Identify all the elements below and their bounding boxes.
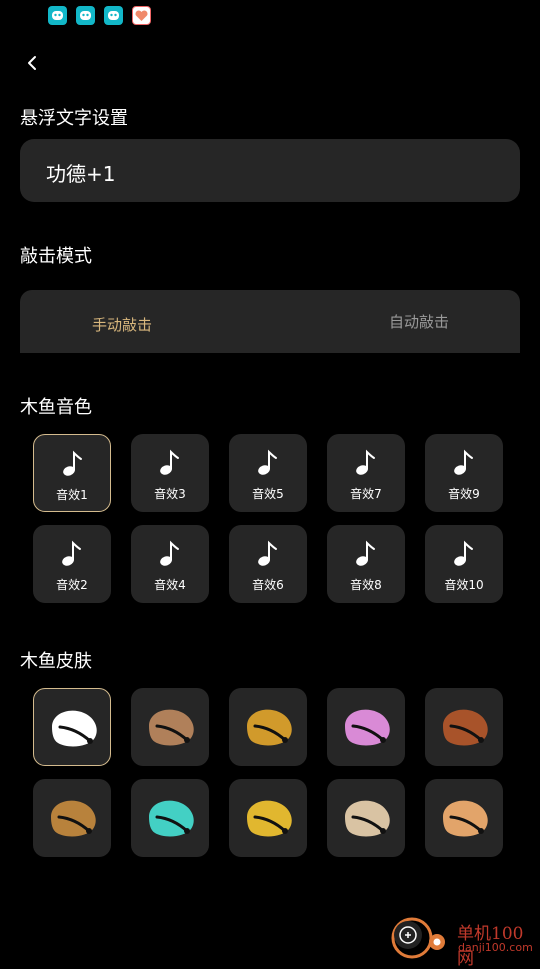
sound-option[interactable]: 音效10 [425, 525, 503, 603]
music-note-icon [454, 540, 473, 566]
skin-option[interactable] [33, 688, 111, 766]
music-note-icon [356, 449, 375, 475]
music-note-icon [356, 540, 375, 566]
skin-option[interactable] [425, 779, 503, 857]
wooden-fish-icon [443, 709, 488, 746]
wooden-fish-icon [247, 800, 292, 837]
status-bar [0, 0, 540, 34]
sound-label: 音效4 [154, 578, 186, 592]
skin-option[interactable] [33, 779, 111, 857]
skins-title: 木鱼皮肤 [20, 651, 92, 672]
music-note-icon [160, 540, 179, 566]
wooden-fish-icon [149, 709, 194, 746]
sound-label: 音效3 [154, 487, 186, 501]
wooden-fish-icon [149, 800, 194, 837]
sound-option[interactable]: 音效8 [327, 525, 405, 603]
wooden-fish-icon [345, 709, 390, 746]
tap-mode-selector: 手动敲击 自动敲击 [20, 290, 520, 353]
tab-manual-tap[interactable]: 手动敲击 [92, 314, 152, 335]
sound-option[interactable]: 音效4 [131, 525, 209, 603]
wooden-fish-icon [247, 709, 292, 746]
float-text-title: 悬浮文字设置 [20, 108, 128, 129]
sound-option[interactable]: 音效9 [425, 434, 503, 512]
skin-option[interactable] [425, 688, 503, 766]
skin-option[interactable] [131, 779, 209, 857]
watermark-url: danji100.com [458, 941, 533, 954]
sound-option[interactable]: 音效5 [229, 434, 307, 512]
skin-option[interactable] [229, 688, 307, 766]
music-note-icon [160, 449, 179, 475]
music-note-icon [258, 449, 277, 475]
robot-app-icon [76, 6, 95, 25]
wooden-fish-icon [345, 800, 390, 837]
tab-auto-tap[interactable]: 自动敲击 [389, 311, 449, 332]
sound-label: 音效10 [444, 578, 484, 592]
sounds-title: 木鱼音色 [20, 397, 92, 418]
sound-label: 音效7 [350, 487, 382, 501]
music-note-icon [63, 450, 82, 476]
wooden-fish-icon [52, 710, 97, 747]
float-text-input[interactable]: 功德+1 [20, 139, 520, 202]
sound-label: 音效5 [252, 487, 284, 501]
sound-label: 音效6 [252, 578, 284, 592]
sound-option[interactable]: 音效3 [131, 434, 209, 512]
robot-app-icon [48, 6, 67, 25]
skin-option[interactable] [327, 779, 405, 857]
skin-option[interactable] [327, 688, 405, 766]
robot-app-icon [104, 6, 123, 25]
back-button[interactable] [20, 50, 46, 76]
wooden-fish-icon [443, 800, 488, 837]
watermark-logo-icon [391, 917, 445, 959]
chevron-left-icon [28, 56, 36, 70]
sound-label: 音效2 [56, 578, 88, 592]
skin-option[interactable] [131, 688, 209, 766]
music-note-icon [258, 540, 277, 566]
wooden-fish-icon [51, 800, 96, 837]
sound-label: 音效1 [56, 488, 88, 502]
sound-label: 音效8 [350, 578, 382, 592]
music-note-icon [454, 449, 473, 475]
music-note-icon [62, 540, 81, 566]
sound-label: 音效9 [448, 487, 480, 501]
tap-mode-title: 敲击模式 [20, 246, 92, 267]
sound-option[interactable]: 音效1 [33, 434, 111, 512]
sound-option[interactable]: 音效7 [327, 434, 405, 512]
float-text-value: 功德+1 [46, 162, 116, 186]
sound-option[interactable]: 音效6 [229, 525, 307, 603]
skin-option[interactable] [229, 779, 307, 857]
heart-app-icon [132, 6, 151, 25]
sound-option[interactable]: 音效2 [33, 525, 111, 603]
